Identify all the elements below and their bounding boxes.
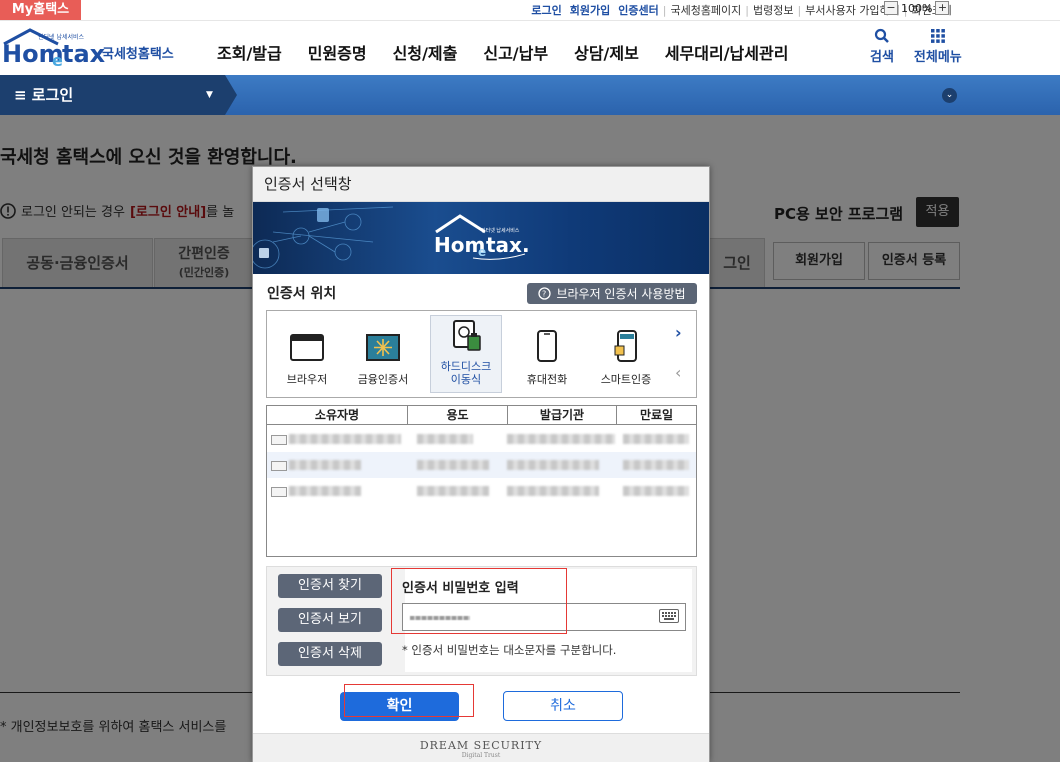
view-cert-button[interactable]: 인증서 보기: [278, 608, 382, 632]
col-usage: 용도: [408, 406, 508, 424]
header-icons: 검색 전체메뉴: [870, 28, 962, 65]
svg-text:tax.: tax.: [486, 233, 530, 257]
redacted-issuer: [507, 460, 599, 470]
harddisk-icon: [453, 320, 481, 351]
mobile-phone-icon: [537, 330, 557, 362]
cancel-button[interactable]: 취소: [503, 691, 623, 721]
main-nav: 조회/발급 민원증명 신청/제출 신고/납부 상담/제보 세무대리/납세관리: [217, 40, 788, 64]
cert-table-header: 소유자명 용도 발급기관 만료일: [267, 406, 696, 425]
redacted-owner: [289, 486, 361, 496]
location-mobile-phone[interactable]: 휴대전화: [511, 315, 583, 393]
login-breadcrumb-label: ≡ 로그인: [14, 86, 74, 104]
util-cert-center-link[interactable]: 인증센터: [618, 2, 658, 18]
location-browser-label: 브라우저: [286, 373, 328, 386]
location-browser[interactable]: 브라우저: [271, 315, 343, 393]
zoom-level: 100%: [901, 1, 933, 15]
redacted-usage: [417, 434, 473, 444]
cert-row[interactable]: [267, 452, 696, 478]
svg-text:e: e: [478, 245, 486, 259]
redacted-owner: [289, 434, 401, 444]
hometax-logo-icon: 인터넷 납세서비스 Hom e tax 국세청홈택스: [2, 28, 174, 70]
redacted-issuer: [507, 486, 599, 496]
redacted-owner: [289, 460, 361, 470]
nav-consult-report[interactable]: 상담/제보: [574, 40, 639, 64]
redacted-expiry: [623, 460, 689, 470]
chevron-right-icon[interactable]: ›: [675, 323, 682, 342]
footer-sub: Digital Trust: [461, 752, 501, 759]
financial-cert-icon: [366, 334, 400, 361]
dialog-banner: 인터넷 납세서비스 Hom e tax.: [250, 202, 709, 274]
cert-card-icon: [271, 487, 287, 497]
smart-cert-icon: [614, 330, 637, 362]
all-menu-label: 전체메뉴: [913, 50, 962, 65]
cert-row[interactable]: [267, 426, 696, 452]
location-smart-cert-label: 스마트인증: [600, 373, 652, 386]
browser-icon: [290, 334, 324, 361]
delete-cert-button[interactable]: 인증서 삭제: [278, 642, 382, 666]
browser-cert-help-button[interactable]: ? 브라우저 인증서 사용방법: [527, 283, 697, 304]
redacted-usage: [417, 460, 489, 470]
my-hometax-button[interactable]: My홈택스: [0, 0, 81, 20]
hometax-logo[interactable]: 인터넷 납세서비스 Hom e tax 국세청홈택스: [0, 26, 182, 70]
login-breadcrumb[interactable]: ≡ 로그인 ▼: [0, 75, 225, 115]
highlight-box-password: [391, 568, 567, 634]
dream-security-footer: DREAM SECURITY Digital Trust: [253, 733, 709, 762]
nav-inquiry[interactable]: 조회/발급: [217, 40, 282, 64]
redacted-expiry: [623, 434, 689, 444]
location-harddisk-label: 하드디스크 이동식: [440, 360, 492, 386]
dialog-title: 인증서 선택창: [253, 167, 709, 202]
footer-brand: DREAM SECURITY: [419, 739, 543, 752]
zoom-in-button[interactable]: +: [935, 1, 950, 15]
highlight-box-confirm: [344, 684, 474, 717]
util-law-info-link[interactable]: 법령정보: [753, 2, 793, 18]
question-circle-icon: ?: [538, 287, 552, 300]
cert-location-label: 인증서 위치: [267, 286, 337, 302]
zoom-out-button[interactable]: −: [884, 1, 898, 15]
svg-text:tax: tax: [62, 40, 106, 68]
keyboard-icon: [662, 612, 676, 620]
zoom-control: − 100% +: [884, 1, 950, 15]
nav-apply-submit[interactable]: 신청/제출: [393, 40, 458, 64]
redacted-expiry: [623, 486, 689, 496]
help-button-label: 브라우저 인증서 사용방법: [556, 287, 686, 301]
cert-row[interactable]: [267, 478, 696, 504]
location-harddisk[interactable]: 하드디스크 이동식: [430, 315, 502, 393]
cert-card-icon: [271, 461, 287, 471]
cert-location-selector: 브라우저 금융인증서 하드디스크 이동식 휴대전화 스마트인증: [266, 310, 697, 398]
util-nts-homepage-link[interactable]: 국세청홈페이지: [670, 2, 741, 18]
cert-table: 소유자명 용도 발급기관 만료일: [266, 405, 697, 557]
search-icon: [874, 28, 889, 43]
location-mobile-phone-label: 휴대전화: [526, 373, 568, 386]
caret-down-icon: ▼: [206, 90, 213, 100]
breadcrumb-arrow: [225, 75, 237, 115]
col-issuer: 발급기관: [508, 406, 617, 424]
redacted-usage: [417, 486, 489, 496]
expand-circle-icon[interactable]: ⌄: [942, 88, 957, 103]
col-expiry: 만료일: [639, 408, 674, 422]
search-label: 검색: [870, 50, 894, 65]
search-button[interactable]: 검색: [870, 28, 894, 65]
chevron-left-icon[interactable]: ‹: [675, 363, 681, 382]
nav-report-pay[interactable]: 신고/납부: [483, 40, 548, 64]
util-signup-link[interactable]: 회원가입: [570, 2, 610, 18]
svg-text:국세청홈택스: 국세청홈택스: [102, 46, 174, 62]
nav-tax-agent[interactable]: 세무대리/납세관리: [665, 40, 789, 64]
redacted-issuer: [507, 434, 615, 444]
virtual-keyboard-icon[interactable]: [659, 609, 679, 623]
location-smart-cert[interactable]: 스마트인증: [590, 315, 662, 393]
nav-civil-cert[interactable]: 민원증명: [308, 40, 367, 64]
svg-text:?: ?: [542, 290, 546, 299]
location-financial-cert-label: 금융인증서: [357, 373, 409, 386]
grid-menu-icon: [930, 29, 945, 43]
col-owner: 소유자명: [267, 406, 408, 424]
all-menu-button[interactable]: 전체메뉴: [914, 28, 962, 65]
cert-card-icon: [271, 435, 287, 445]
password-note: * 인증서 비밀번호는 대소문자를 구분합니다.: [402, 643, 617, 657]
cert-select-dialog: 인증서 선택창 인터넷 납세서비스 Hom e tax. 인증서 위치 ? 브라…: [250, 166, 710, 762]
find-cert-button[interactable]: 인증서 찾기: [278, 574, 382, 598]
location-financial-cert[interactable]: 금융인증서: [347, 315, 419, 393]
util-login-link[interactable]: 로그인: [531, 2, 561, 18]
hometax-banner-graphic: 인터넷 납세서비스 Hom e tax.: [250, 206, 530, 269]
